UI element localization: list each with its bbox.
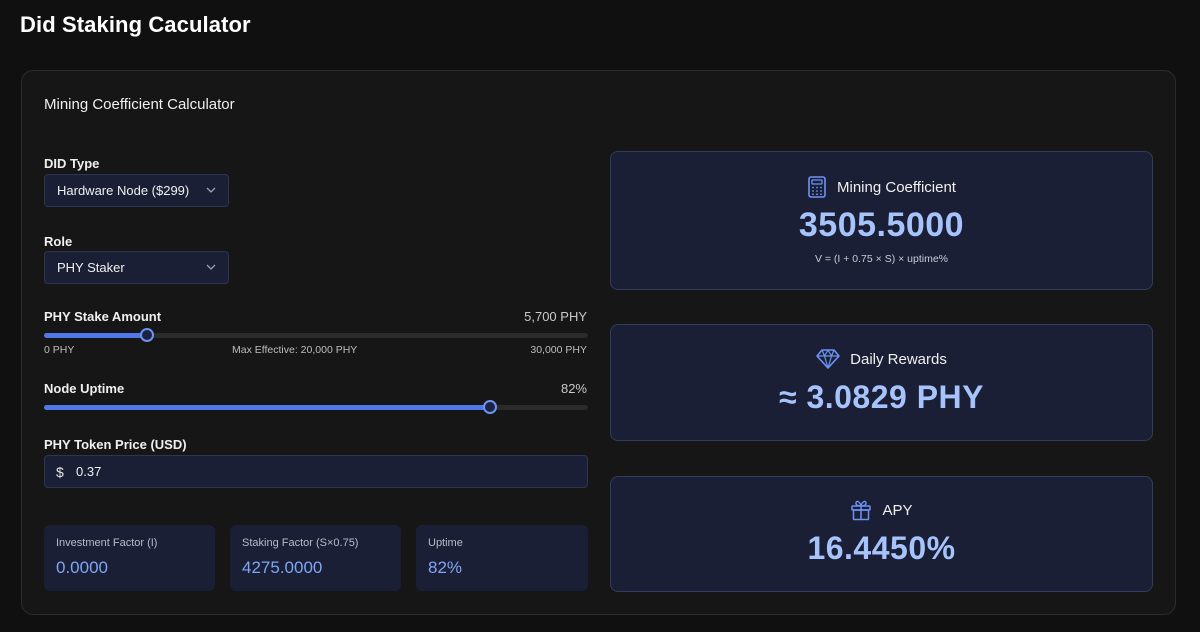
dollar-icon: $ — [56, 463, 64, 480]
stat-label: Staking Factor (S×0.75) — [242, 537, 359, 549]
uptime-label: Node Uptime — [44, 381, 125, 396]
stat-label: Uptime — [428, 537, 463, 549]
uptime-slider-thumb[interactable] — [483, 400, 497, 414]
chevron-down-icon — [206, 264, 216, 270]
gift-icon — [851, 500, 872, 521]
apy-title: APY — [882, 501, 913, 519]
daily-rewards-value: ≈ 3.0829 PHY — [778, 379, 984, 415]
role-select[interactable]: PHY Staker — [44, 251, 229, 284]
mining-coefficient-value: 3505.5000 — [798, 206, 965, 244]
role-label: Role — [44, 234, 73, 249]
stake-value: 5,700 PHY — [524, 309, 587, 324]
uptime-card: Uptime 82% — [416, 525, 588, 591]
uptime-slider[interactable] — [44, 400, 588, 414]
daily-rewards-panel: Daily Rewards ≈ 3.0829 PHY — [610, 324, 1153, 441]
stake-label: PHY Stake Amount — [44, 309, 162, 324]
mining-coefficient-panel: Mining Coefficient 3505.5000 V = (I + 0.… — [610, 151, 1153, 290]
stake-mid-label: Max Effective: 20,000 PHY — [232, 344, 358, 356]
daily-rewards-title: Daily Rewards — [850, 350, 947, 368]
role-value: PHY Staker — [57, 260, 125, 275]
daily-rewards-header: Daily Rewards — [611, 349, 1152, 369]
apy-panel: APY 16.4450% — [610, 476, 1153, 592]
staking-factor-card: Staking Factor (S×0.75) 4275.0000 — [230, 525, 401, 591]
stake-min-label: 0 PHY — [44, 344, 75, 356]
stake-slider-fill — [44, 333, 147, 338]
stake-slider-thumb[interactable] — [140, 328, 154, 342]
mining-coefficient-header: Mining Coefficient — [611, 176, 1152, 198]
price-field[interactable]: $ — [44, 455, 588, 488]
mining-formula: V = (I + 0.75 × S) × uptime% — [814, 253, 949, 265]
stat-value: 0.0000 — [56, 558, 108, 577]
page: Did Staking Caculator Mining Coefficient… — [0, 0, 1200, 632]
diamond-icon — [816, 349, 840, 369]
price-label: PHY Token Price (USD) — [44, 437, 187, 452]
chevron-down-icon — [206, 187, 216, 193]
mining-coefficient-title: Mining Coefficient — [837, 178, 956, 196]
apy-header: APY — [611, 499, 1152, 521]
uptime-slider-fill — [44, 405, 490, 410]
apy-value: 16.4450% — [807, 530, 956, 566]
did-type-select[interactable]: Hardware Node ($299) — [44, 174, 229, 207]
price-input[interactable] — [76, 464, 556, 479]
did-type-label: DID Type — [44, 156, 100, 171]
calculator-icon — [808, 176, 826, 198]
stake-max-label: 30,000 PHY — [530, 344, 587, 356]
calculator-card: Mining Coefficient Calculator DID Type H… — [21, 70, 1176, 615]
card-title: Mining Coefficient Calculator — [44, 96, 235, 113]
investment-factor-card: Investment Factor (I) 0.0000 — [44, 525, 215, 591]
did-type-value: Hardware Node ($299) — [57, 183, 190, 198]
app-title: Did Staking Caculator — [20, 12, 251, 37]
uptime-value: 82% — [560, 381, 587, 396]
stat-value: 82% — [428, 558, 463, 577]
stat-value: 4275.0000 — [242, 558, 323, 577]
stake-slider[interactable] — [44, 328, 588, 342]
stat-label: Investment Factor (I) — [56, 537, 158, 549]
